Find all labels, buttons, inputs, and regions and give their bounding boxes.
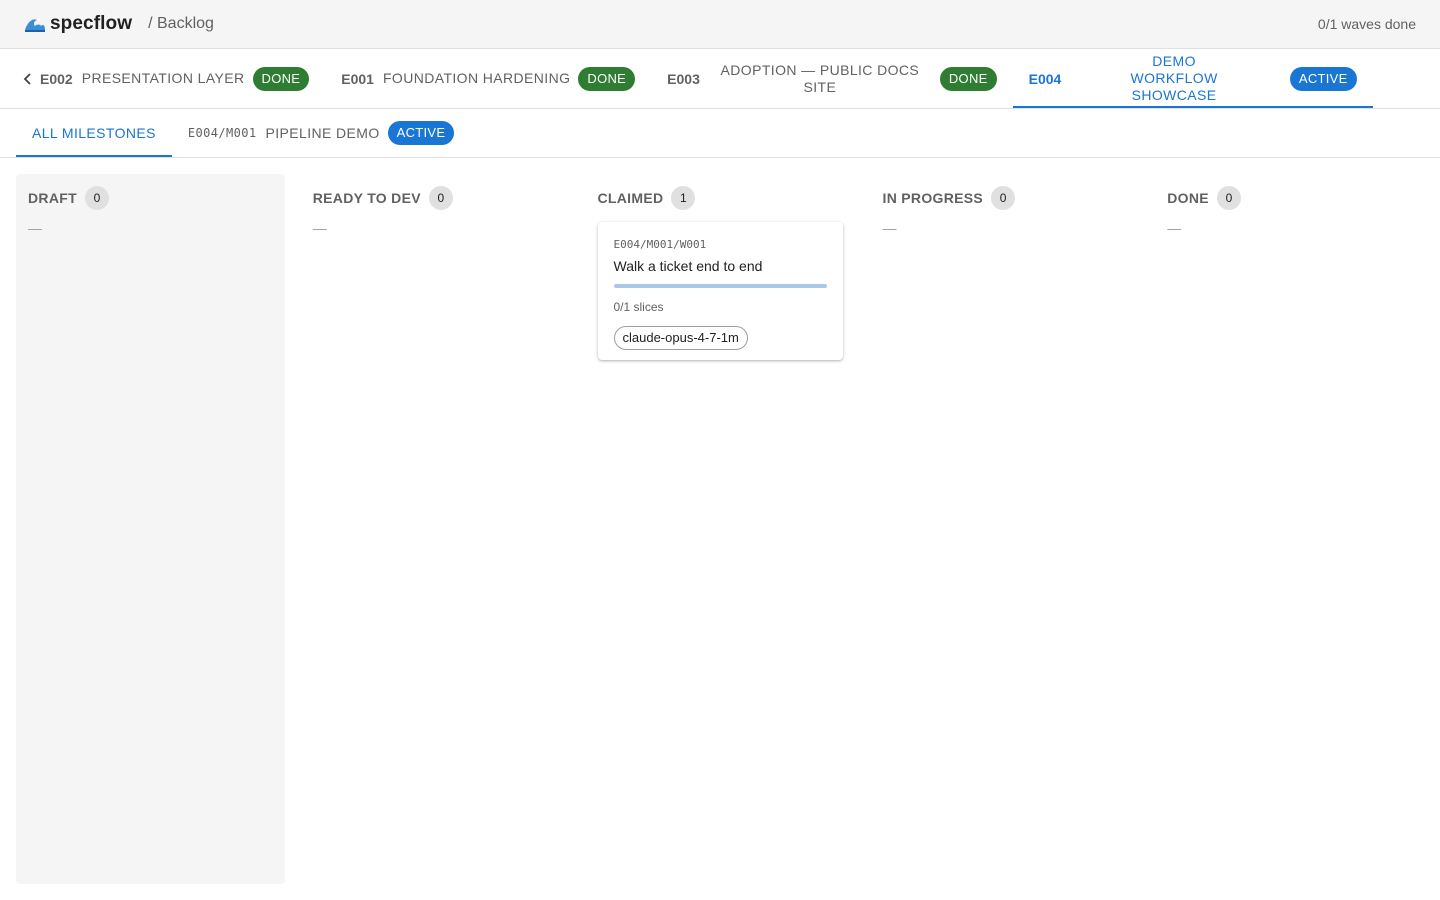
wave-card[interactable]: E004/M001/W001 Walk a ticket end to end … bbox=[597, 222, 843, 360]
tab-epic-e002[interactable]: E002 PRESENTATION LAYER DONE bbox=[40, 49, 325, 108]
column-title: READY TO DEV bbox=[312, 190, 421, 206]
empty-placeholder: — bbox=[1167, 220, 1182, 236]
column-count-badge: 0 bbox=[1216, 186, 1241, 210]
card-title: Walk a ticket end to end bbox=[613, 258, 763, 274]
tab-all-milestones[interactable]: ALL MILESTONES bbox=[16, 109, 172, 157]
column-header: DONE 0 bbox=[1167, 186, 1412, 210]
brand-name: specflow bbox=[50, 13, 133, 34]
tab-epic-e004[interactable]: E004 DEMO WORKFLOW SHOWCASE ACTIVE bbox=[1012, 49, 1373, 108]
column-count-badge: 0 bbox=[84, 186, 109, 210]
column-ready-to-dev: READY TO DEV 0 — bbox=[301, 174, 570, 884]
column-title: DRAFT bbox=[28, 190, 77, 206]
epic-id: E003 bbox=[667, 70, 700, 87]
status-badge: ACTIVE bbox=[387, 121, 455, 145]
epic-name: PRESENTATION LAYER bbox=[81, 70, 245, 86]
column-draft: DRAFT 0 — bbox=[16, 174, 285, 884]
column-header: READY TO DEV 0 bbox=[313, 186, 558, 210]
agent-chip[interactable]: claude-opus-4-7-1m bbox=[613, 326, 748, 350]
tabs-scroll-left-button[interactable] bbox=[0, 49, 40, 108]
status-badge: ACTIVE bbox=[1289, 66, 1357, 91]
milestone-tabs: ALL MILESTONES E004/M001 PIPELINE DEMO A… bbox=[0, 109, 1440, 158]
kanban-board: DRAFT 0 — READY TO DEV 0 — CLAIMED 1 E00… bbox=[16, 174, 1424, 884]
status-badge: DONE bbox=[252, 66, 310, 91]
milestone-id: E004/M001 bbox=[187, 126, 257, 140]
app-bar: specflow / Backlog 0/1 waves done bbox=[0, 0, 1440, 49]
column-in-progress: IN PROGRESS 0 — bbox=[871, 174, 1140, 884]
status-badge: DONE bbox=[939, 66, 997, 91]
milestone-name: PIPELINE DEMO bbox=[265, 125, 380, 141]
breadcrumb[interactable]: / Backlog bbox=[148, 15, 214, 33]
card-id: E004/M001/W001 bbox=[613, 238, 707, 251]
chevron-left-icon bbox=[23, 72, 31, 85]
epic-tabs: E002 PRESENTATION LAYER DONE E001 FOUNDA… bbox=[0, 49, 1440, 109]
column-count-badge: 1 bbox=[671, 186, 696, 210]
logo[interactable]: specflow bbox=[24, 13, 132, 35]
empty-placeholder: — bbox=[882, 220, 897, 236]
epic-name: FOUNDATION HARDENING bbox=[382, 70, 571, 86]
waves-status: 0/1 waves done bbox=[1317, 16, 1416, 32]
column-header: CLAIMED 1 bbox=[598, 186, 843, 210]
empty-placeholder: — bbox=[312, 220, 327, 236]
column-title: CLAIMED bbox=[597, 190, 664, 206]
column-title: DONE bbox=[1167, 190, 1209, 206]
column-title: IN PROGRESS bbox=[882, 190, 984, 206]
tab-epic-e001[interactable]: E001 FOUNDATION HARDENING DONE bbox=[325, 49, 651, 108]
tab-label: ALL MILESTONES bbox=[32, 125, 156, 141]
tab-milestone-e004-m001[interactable]: E004/M001 PIPELINE DEMO ACTIVE bbox=[172, 109, 471, 157]
tab-epic-e003[interactable]: E003 ADOPTION — PUBLIC DOCS SITE DONE bbox=[651, 49, 1012, 108]
epic-id: E001 bbox=[341, 70, 374, 87]
column-claimed: CLAIMED 1 E004/M001/W001 Walk a ticket e… bbox=[586, 174, 855, 884]
column-header: IN PROGRESS 0 bbox=[883, 186, 1128, 210]
wave-icon bbox=[25, 17, 45, 32]
progress-bar bbox=[613, 284, 827, 288]
epic-id: E002 bbox=[40, 70, 73, 87]
column-done: DONE 0 — bbox=[1155, 174, 1424, 884]
epic-name: ADOPTION — PUBLIC DOCS SITE bbox=[720, 61, 920, 95]
epic-name: DEMO WORKFLOW SHOWCASE bbox=[1130, 53, 1218, 103]
status-badge: DONE bbox=[578, 66, 636, 91]
column-header: DRAFT 0 bbox=[28, 186, 273, 210]
slices-count: 0/1 slices bbox=[613, 300, 664, 314]
column-count-badge: 0 bbox=[428, 186, 453, 210]
epic-id: E004 bbox=[1028, 70, 1062, 87]
column-count-badge: 0 bbox=[991, 186, 1016, 210]
empty-placeholder: — bbox=[28, 220, 42, 236]
